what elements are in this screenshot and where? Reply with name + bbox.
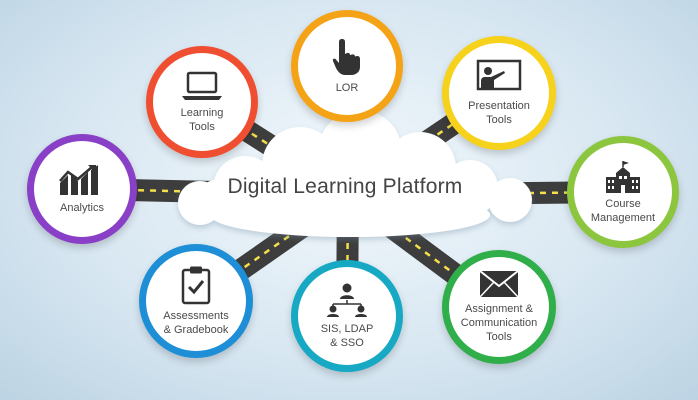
envelope-icon bbox=[479, 270, 519, 298]
clipboard-check-icon bbox=[181, 266, 211, 305]
node-assessments-gradebook[interactable]: Assessments & Gradebook bbox=[139, 244, 253, 358]
node-label: SIS, LDAP & SSO bbox=[320, 323, 374, 349]
node-label: Presentation Tools bbox=[468, 100, 530, 126]
node-analytics[interactable]: Analytics bbox=[27, 134, 137, 244]
center-title: Digital Learning Platform bbox=[227, 175, 463, 198]
node-label: Course Management bbox=[590, 198, 656, 224]
node-label: Assessments & Gradebook bbox=[163, 310, 229, 336]
node-presentation-tools[interactable]: Presentation Tools bbox=[442, 36, 556, 150]
users-network-icon bbox=[327, 283, 367, 317]
pointing-hand-icon bbox=[332, 39, 360, 75]
node-label: Analytics bbox=[59, 202, 105, 214]
node-label: Assignment & Communication Tools bbox=[460, 303, 538, 343]
node-sis-ldap-sso[interactable]: SIS, LDAP & SSO bbox=[291, 260, 403, 372]
node-label: LOR bbox=[335, 82, 359, 94]
laptop-icon bbox=[182, 71, 222, 100]
node-course-management[interactable]: Course Management bbox=[567, 136, 679, 248]
chart-up-icon bbox=[59, 165, 98, 195]
presenter-board-icon bbox=[476, 59, 522, 91]
node-learning-tools[interactable]: Learning Tools bbox=[146, 46, 258, 158]
node-assignment-communication[interactable]: Assignment & Communication Tools bbox=[442, 250, 556, 364]
node-label: Learning Tools bbox=[180, 107, 224, 133]
school-building-icon bbox=[606, 161, 640, 193]
digital-learning-diagram: Digital Learning Platform Learning Tools… bbox=[0, 0, 698, 400]
node-lor[interactable]: LOR bbox=[291, 10, 403, 122]
